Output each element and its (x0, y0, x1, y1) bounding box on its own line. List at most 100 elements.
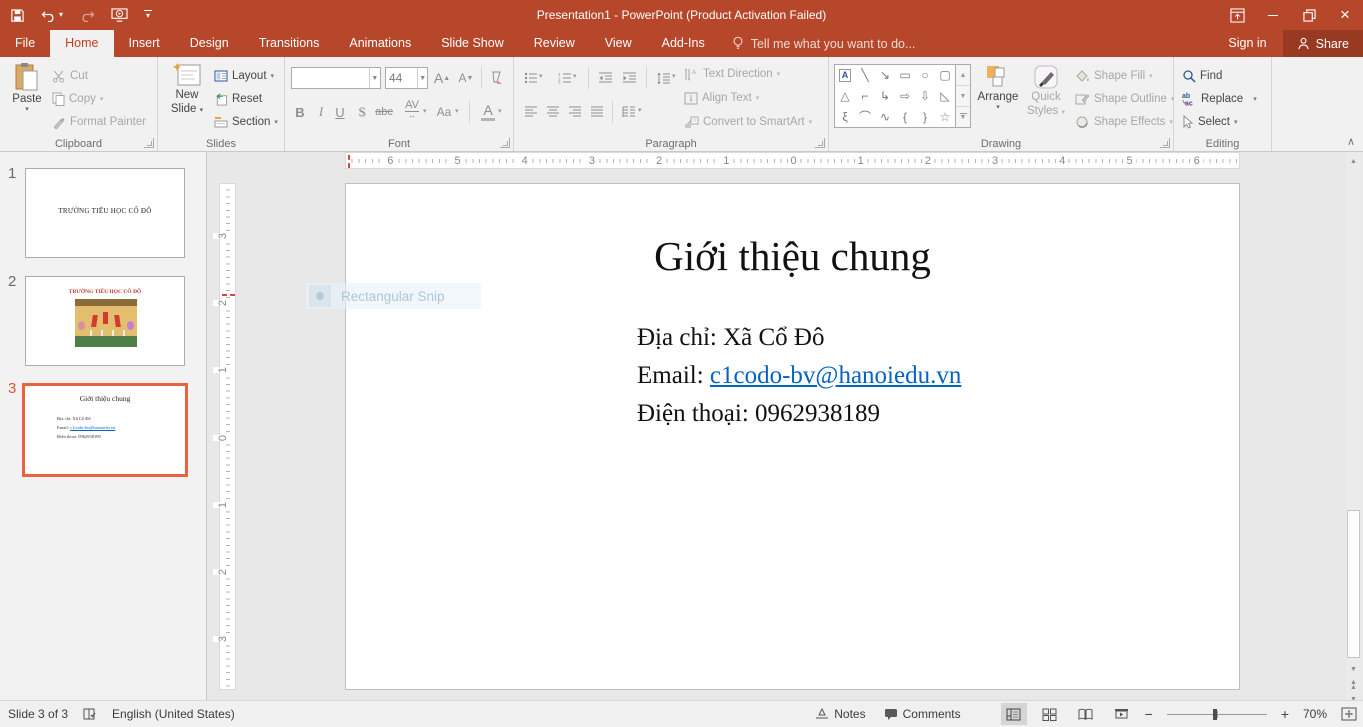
notes-button[interactable]: Notes (811, 707, 869, 721)
quick-styles-button[interactable]: QuickStyles ▾ (1023, 64, 1069, 119)
replace-button[interactable]: abac Replace ▾ (1182, 89, 1257, 109)
shape-rectangle[interactable]: ▭ (895, 65, 915, 86)
tab-file[interactable]: File (0, 30, 50, 57)
shape-oval[interactable]: ○ (915, 65, 935, 86)
font-color-button[interactable]: A (479, 101, 497, 123)
slide-indicator[interactable]: Slide 3 of 3 (8, 707, 68, 721)
zoom-out-button[interactable]: − (1145, 706, 1153, 722)
shape-gallery-more-button[interactable]: ▼ (956, 107, 970, 127)
horizontal-ruler[interactable]: 6543210123456 (345, 152, 1240, 169)
close-button[interactable]: × (1327, 0, 1363, 30)
shape-curve[interactable]: ∿ (875, 106, 895, 127)
numbering-dropdown[interactable]: ▾ (573, 73, 577, 80)
bullets-button[interactable] (522, 67, 540, 89)
slide-2-thumbnail[interactable]: TRƯỜNG TIỂU HỌC CỔ ĐÔ (25, 276, 185, 366)
copy-button[interactable]: Copy ▾ (52, 89, 103, 109)
font-dialog-launcher[interactable] (500, 138, 510, 148)
save-button[interactable] (10, 8, 25, 23)
slide-3-thumbnail[interactable]: Giới thiệu chung Địa chỉ: Xã Cổ Đô Email… (22, 383, 188, 477)
vertical-scrollbar[interactable]: ▲ ▼ ▲▲ ▼▼ (1346, 152, 1361, 700)
tab-view[interactable]: View (590, 30, 647, 57)
shape-right-brace[interactable]: } (915, 106, 935, 127)
font-name-dropdown[interactable]: ▼ (369, 68, 380, 88)
shape-triangle[interactable]: △ (835, 86, 855, 107)
text-shadow-button[interactable]: S (353, 101, 371, 123)
align-left-button[interactable] (522, 101, 540, 123)
clipboard-dialog-launcher[interactable] (144, 138, 154, 148)
text-direction-button[interactable]: A Text Direction ▾ (684, 64, 780, 84)
convert-to-smartart-button[interactable]: Convert to SmartArt ▾ (684, 112, 812, 132)
shape-outline-button[interactable]: Shape Outline ▾ (1075, 89, 1174, 109)
scroll-up-button[interactable]: ▲ (1346, 154, 1361, 169)
format-painter-button[interactable]: Format Painter (52, 112, 146, 132)
shape-right-arrow[interactable]: ⇨ (895, 86, 915, 107)
ribbon-display-options-button[interactable] (1219, 0, 1255, 30)
align-center-button[interactable] (544, 101, 562, 123)
slide-sorter-view-button[interactable] (1037, 703, 1063, 725)
shape-corner[interactable]: ◺ (935, 86, 955, 107)
shape-arrow[interactable]: ↘ (875, 65, 895, 86)
vertical-ruler[interactable]: 3210123 (219, 183, 236, 690)
increase-indent-button[interactable] (620, 67, 638, 89)
reset-button[interactable]: Reset (214, 89, 262, 109)
shape-effects-button[interactable]: Shape Effects ▾ (1075, 112, 1173, 132)
shape-scribble[interactable]: ξ (835, 106, 855, 127)
section-button[interactable]: Section ▾ (214, 112, 278, 132)
fit-to-window-button[interactable] (1341, 707, 1357, 721)
shape-textbox[interactable]: A (839, 69, 851, 82)
bullets-dropdown[interactable]: ▾ (539, 73, 543, 80)
font-size-combobox[interactable]: ▼ (385, 67, 428, 89)
italic-button[interactable]: I (312, 101, 330, 123)
shape-down-arrow[interactable]: ⇩ (915, 86, 935, 107)
zoom-in-button[interactable]: + (1281, 706, 1289, 722)
line-spacing-dropdown[interactable]: ▾ (672, 73, 676, 80)
share-button[interactable]: Share (1283, 30, 1363, 57)
shape-left-brace[interactable]: { (895, 106, 915, 127)
tab-home[interactable]: Home (50, 30, 113, 57)
decrease-indent-button[interactable] (596, 67, 614, 89)
minimize-button[interactable] (1255, 0, 1291, 30)
shape-fill-button[interactable]: Shape Fill ▾ (1075, 66, 1153, 86)
undo-dropdown-caret[interactable]: ▾ (59, 11, 63, 19)
change-case-button[interactable]: Aa (435, 101, 453, 123)
slide-email-link[interactable]: c1codo-bv@hanoiedu.vn (710, 362, 961, 389)
shape-scroll-up-button[interactable]: ▲ (956, 65, 970, 86)
shape-star[interactable]: ☆ (935, 106, 955, 127)
font-size-dropdown[interactable]: ▼ (417, 68, 427, 88)
shape-elbow-arrow[interactable]: ↳ (875, 86, 895, 107)
font-color-dropdown[interactable]: ▾ (498, 108, 502, 115)
change-case-dropdown[interactable]: ▾ (455, 108, 459, 115)
shape-elbow-connector[interactable]: ⌐ (855, 86, 875, 107)
scroll-down-button[interactable]: ▼ (1346, 662, 1361, 677)
tab-slide-show[interactable]: Slide Show (426, 30, 519, 57)
start-from-beginning-button[interactable] (111, 8, 128, 23)
strikethrough-button[interactable]: abc (375, 101, 393, 123)
justify-button[interactable] (588, 101, 606, 123)
cut-button[interactable]: Cut (52, 66, 88, 86)
clear-formatting-button[interactable] (487, 67, 505, 89)
new-slide-button[interactable]: NewSlide ▾ (164, 62, 210, 117)
shape-arc[interactable]: ⌒ (855, 106, 875, 127)
slide-1-thumbnail[interactable]: TRƯỜNG TIỂU HỌC CỔ ĐÔ (25, 168, 185, 258)
tab-review[interactable]: Review (519, 30, 590, 57)
bold-button[interactable]: B (291, 101, 309, 123)
align-text-button[interactable]: Align Text ▾ (684, 88, 759, 108)
underline-button[interactable]: U (331, 101, 349, 123)
shrink-font-button[interactable]: A▼ (457, 67, 475, 89)
font-size-input[interactable] (386, 68, 417, 88)
undo-button[interactable]: ▾ (41, 9, 63, 22)
restore-button[interactable] (1291, 0, 1327, 30)
paste-button[interactable]: Paste ▾ (4, 62, 50, 113)
character-spacing-button[interactable]: AV ↔ (403, 99, 421, 121)
tab-transitions[interactable]: Transitions (244, 30, 335, 57)
drawing-dialog-launcher[interactable] (1160, 138, 1170, 148)
slide-canvas[interactable]: Giới thiệu chung Địa chỉ: Xã Cổ Đô Email… (345, 183, 1240, 690)
slide-show-button[interactable] (1109, 703, 1135, 725)
zoom-level[interactable]: 70% (1299, 707, 1327, 721)
sign-in-button[interactable]: Sign in (1212, 30, 1282, 57)
zoom-slider[interactable] (1167, 714, 1267, 715)
slide-title-text[interactable]: Giới thiệu chung (346, 232, 1239, 280)
char-spacing-dropdown[interactable]: ▾ (423, 108, 427, 115)
find-button[interactable]: Find (1182, 66, 1222, 86)
grow-font-button[interactable]: A▲ (433, 67, 451, 89)
